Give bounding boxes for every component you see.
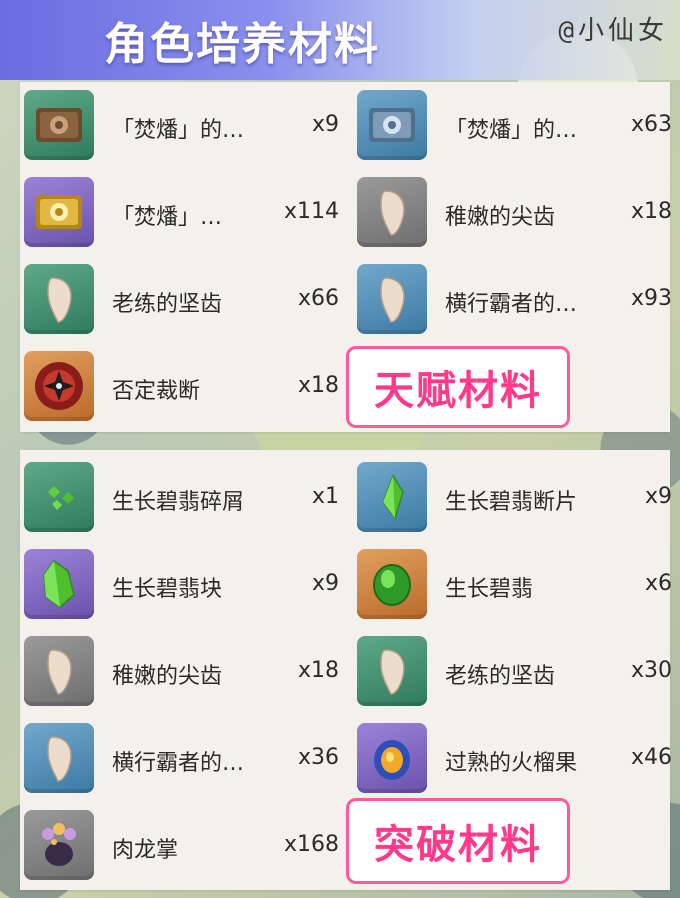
material-count: x46	[630, 745, 672, 770]
material-item: 生长碧翡断片 x9	[353, 454, 678, 534]
material-count: x18	[297, 373, 339, 398]
fang-icon	[24, 723, 94, 793]
dragon-paw-icon	[24, 810, 94, 880]
material-name: 生长碧翡断片	[445, 490, 578, 515]
fang-icon	[357, 177, 427, 247]
material-item: 生长碧翡碎屑 x1	[20, 454, 345, 534]
fang-icon	[24, 264, 94, 334]
fang-icon	[357, 636, 427, 706]
material-item: 生长碧翡块 x9	[20, 541, 345, 621]
scroll-gold-icon	[24, 177, 94, 247]
material-item: 横行霸者的… x93	[353, 256, 678, 336]
ascension-materials-label: 突破材料	[346, 798, 570, 884]
material-name: 「焚燔」的…	[112, 118, 245, 143]
material-name: 生长碧翡块	[112, 577, 223, 602]
page-title: 角色培养材料	[104, 19, 380, 70]
material-count: x6	[644, 571, 672, 596]
material-count: x18	[630, 199, 672, 224]
material-name: 老练的坚齿	[445, 664, 556, 689]
material-item: 生长碧翡 x6	[353, 541, 678, 621]
material-name: 否定裁断	[112, 379, 201, 404]
material-item: 横行霸者的… x36	[20, 715, 345, 795]
material-item: 肉龙掌 x168	[20, 802, 345, 882]
fang-icon	[357, 264, 427, 334]
material-item: 「焚燔」的… x9	[20, 82, 345, 162]
jade-fragment-icon	[357, 462, 427, 532]
material-name: 稚嫩的尖齿	[112, 664, 223, 689]
material-count: x9	[311, 112, 339, 137]
material-count: x93	[630, 286, 672, 311]
material-name: 生长碧翡碎屑	[112, 490, 245, 515]
material-count: x9	[644, 484, 672, 509]
material-count: x36	[297, 745, 339, 770]
material-name: 横行霸者的…	[112, 751, 245, 776]
material-item: 否定裁断 x18	[20, 343, 345, 423]
material-name: 稚嫩的尖齿	[445, 205, 556, 230]
material-name: 「焚燔」…	[112, 205, 223, 230]
jade-sliver-icon	[24, 462, 94, 532]
material-count: x30	[630, 658, 672, 683]
material-count: x63	[630, 112, 672, 137]
title-bar: 角色培养材料 @小仙女	[0, 0, 680, 80]
material-name: 老练的坚齿	[112, 292, 223, 317]
material-item: 过熟的火榴果 x46	[353, 715, 678, 795]
scroll-bronze-icon	[24, 90, 94, 160]
ascension-materials-panel: 生长碧翡碎屑 x1 生长碧翡断片 x9 生长碧翡块 x9 生长碧翡 x6 稚嫩的…	[20, 450, 672, 890]
fruit-icon	[357, 723, 427, 793]
material-count: x114	[283, 199, 339, 224]
material-item: 「焚燔」的… x63	[353, 82, 678, 162]
jade-gemstone-icon	[357, 549, 427, 619]
material-item: 「焚燔」… x114	[20, 169, 345, 249]
material-name: 横行霸者的…	[445, 292, 578, 317]
material-item: 老练的坚齿 x30	[353, 628, 678, 708]
material-count: x9	[311, 571, 339, 596]
talent-materials-panel: 「焚燔」的… x9 「焚燔」的… x63 「焚燔」… x114 稚嫩的尖齿 x1…	[20, 82, 672, 432]
material-name: 生长碧翡	[445, 577, 534, 602]
scroll-silver-icon	[357, 90, 427, 160]
talent-materials-label: 天赋材料	[346, 346, 570, 428]
material-count: x168	[283, 832, 339, 857]
watermark: @小仙女	[558, 16, 668, 46]
material-item: 老练的坚齿 x66	[20, 256, 345, 336]
material-name: 「焚燔」的…	[445, 118, 578, 143]
material-name: 过熟的火榴果	[445, 751, 578, 776]
jade-chunk-icon	[24, 549, 94, 619]
material-name: 肉龙掌	[112, 838, 179, 863]
material-count: x1	[311, 484, 339, 509]
material-count: x66	[297, 286, 339, 311]
material-count: x18	[297, 658, 339, 683]
boss-drop-icon	[24, 351, 94, 421]
material-item: 稚嫩的尖齿 x18	[353, 169, 678, 249]
fang-icon	[24, 636, 94, 706]
material-item: 稚嫩的尖齿 x18	[20, 628, 345, 708]
